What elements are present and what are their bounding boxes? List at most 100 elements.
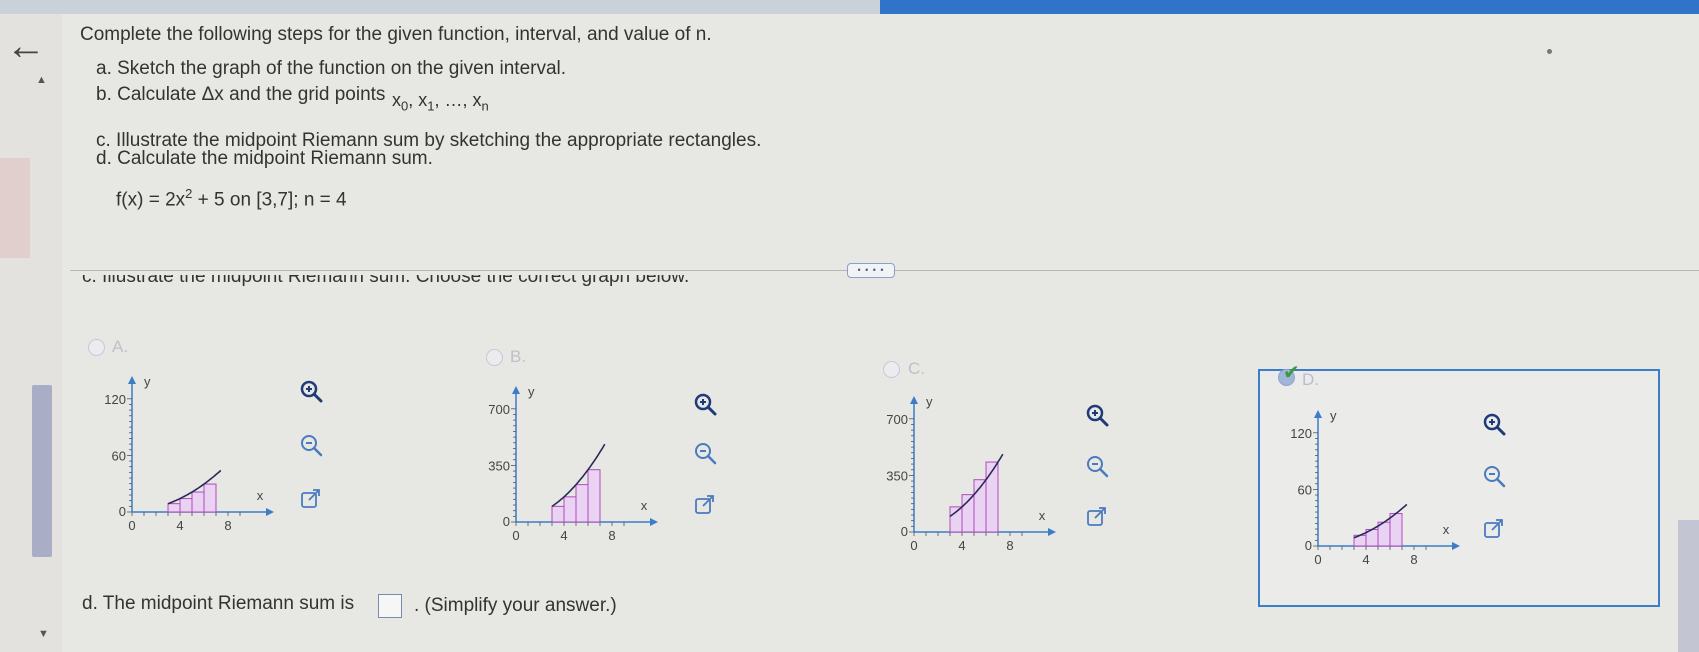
y-mid-label: 60 xyxy=(112,448,126,463)
option-a-graph: 120 60 00 4 8 x y xyxy=(104,374,274,533)
option-b-letter: B. xyxy=(510,347,527,366)
grid-xn: x xyxy=(472,90,482,110)
y-axis-label: y xyxy=(144,374,151,389)
grid-x0: x xyxy=(392,90,401,110)
y-axis-label: y xyxy=(528,384,535,399)
x-four-label: 4 xyxy=(1362,552,1369,567)
riemann-rect xyxy=(167,503,181,513)
y-axis-arrow xyxy=(910,396,918,404)
x-zero-label: 0 xyxy=(512,528,519,543)
x-axis-arrow xyxy=(1452,542,1460,550)
riemann-rect xyxy=(575,484,589,523)
option-d-zoom-in-icon[interactable] xyxy=(1481,411,1507,437)
x-axis-label: x xyxy=(1039,508,1046,523)
riemann-rect xyxy=(949,506,963,533)
option-c-graph: 700 350 00 4 8 x y xyxy=(886,394,1056,553)
y-axis-label: y xyxy=(926,394,933,409)
x-zero-label: 0 xyxy=(1314,552,1321,567)
y-mid-label: 350 xyxy=(488,458,510,473)
function-lhs: f(x) = 2x xyxy=(116,189,186,211)
y-zero-label: 0 xyxy=(1305,538,1312,553)
y-zero-label: 0 xyxy=(503,514,510,529)
y-axis-label: y xyxy=(1330,408,1337,423)
scroll-down-icon[interactable]: ▼ xyxy=(38,628,49,640)
option-d-zoom-out-icon[interactable] xyxy=(1481,463,1507,489)
step-a: a. Sketch the graph of the function on t… xyxy=(96,58,567,79)
option-c-letter: C. xyxy=(908,359,925,378)
y-axis-arrow xyxy=(1314,410,1322,418)
x-axis-arrow xyxy=(1048,528,1056,536)
riemann-rect xyxy=(1389,513,1403,547)
grid-xn-sub: n xyxy=(481,98,489,114)
riemann-rect xyxy=(203,483,217,513)
grid-points: x0, x1, …, xn xyxy=(392,90,489,114)
top-bar-accent xyxy=(880,0,1699,14)
x-zero-label: 0 xyxy=(910,538,917,553)
y-max-label: 700 xyxy=(488,402,510,417)
step-b: b. Calculate Δx and the grid points xyxy=(96,84,386,105)
option-b-popout-icon[interactable] xyxy=(692,492,718,518)
option-d-letter: D. xyxy=(1302,370,1319,389)
option-d-popout-icon[interactable] xyxy=(1481,516,1507,542)
x-axis-label: x xyxy=(257,488,264,503)
y-axis-arrow xyxy=(128,376,136,384)
x-eight-label: 8 xyxy=(608,528,615,543)
option-b-graph: 700 350 00 4 8 x y xyxy=(488,384,658,543)
part-d-label: d. The midpoint Riemann sum is xyxy=(82,593,355,614)
x-zero-label: 0 xyxy=(128,518,135,533)
back-arrow-icon[interactable]: ← xyxy=(6,26,46,66)
riemann-rect xyxy=(179,498,193,513)
option-a-letter: A. xyxy=(112,337,129,356)
riemann-rect xyxy=(563,496,577,523)
y-zero-label: 0 xyxy=(119,504,126,519)
rail-highlight xyxy=(0,158,30,258)
option-b-zoom-out-icon[interactable] xyxy=(692,440,718,466)
x-axis-arrow xyxy=(650,518,658,526)
more-button[interactable]: • • • • xyxy=(847,263,895,278)
y-max-label: 120 xyxy=(1290,426,1312,441)
option-b-zoom-in-icon[interactable] xyxy=(692,391,718,417)
option-a-zoom-in-icon[interactable] xyxy=(298,378,324,404)
y-axis-arrow xyxy=(512,386,520,394)
option-c-radio[interactable] xyxy=(883,361,900,378)
function-definition: f(x) = 2x2 + 5 on [3,7]; n = 4 xyxy=(116,186,347,211)
grid-x0-sub: 0 xyxy=(401,98,409,114)
scroll-up-icon[interactable]: ▲ xyxy=(36,74,47,86)
option-a-radio[interactable] xyxy=(88,339,105,356)
question-title: Complete the following steps for the giv… xyxy=(80,24,712,45)
x-axis-label: x xyxy=(641,498,648,513)
option-b-radio[interactable] xyxy=(486,349,503,366)
option-d-graph: 120 60 00 4 8 x y xyxy=(1290,408,1460,567)
riemann-rect xyxy=(551,505,565,523)
x-four-label: 4 xyxy=(958,538,965,553)
riemann-rect xyxy=(587,469,601,523)
grid-x1-sub: 1 xyxy=(427,98,435,114)
step-d: d. Calculate the midpoint Riemann sum. xyxy=(96,148,433,169)
y-max-label: 120 xyxy=(104,392,126,407)
y-zero-label: 0 xyxy=(901,524,908,539)
top-bar xyxy=(0,0,1699,14)
option-c-zoom-out-icon[interactable] xyxy=(1084,453,1110,479)
grid-dots: …, xyxy=(444,90,468,110)
correct-check-icon: ✔ xyxy=(1283,362,1300,384)
x-four-label: 4 xyxy=(560,528,567,543)
function-rhs: + 5 on [3,7]; n = 4 xyxy=(192,189,347,211)
y-mid-label: 350 xyxy=(886,468,908,483)
y-mid-label: 60 xyxy=(1298,482,1312,497)
option-a-zoom-out-icon[interactable] xyxy=(298,432,324,458)
part-d-hint: . (Simplify your answer.) xyxy=(414,595,617,616)
x-eight-label: 8 xyxy=(1410,552,1417,567)
option-c-popout-icon[interactable] xyxy=(1084,504,1110,530)
option-c-zoom-in-icon[interactable] xyxy=(1084,402,1110,428)
x-eight-label: 8 xyxy=(224,518,231,533)
grid-x1: x xyxy=(418,90,428,110)
option-a-popout-icon[interactable] xyxy=(298,486,324,512)
x-axis-arrow xyxy=(266,508,274,516)
riemann-rect xyxy=(191,491,205,513)
x-four-label: 4 xyxy=(176,518,183,533)
left-rail xyxy=(0,14,62,652)
x-eight-label: 8 xyxy=(1006,538,1013,553)
rail-scrollbar[interactable] xyxy=(32,385,52,557)
right-scrollbar[interactable] xyxy=(1678,520,1699,652)
answer-input[interactable] xyxy=(378,594,402,618)
